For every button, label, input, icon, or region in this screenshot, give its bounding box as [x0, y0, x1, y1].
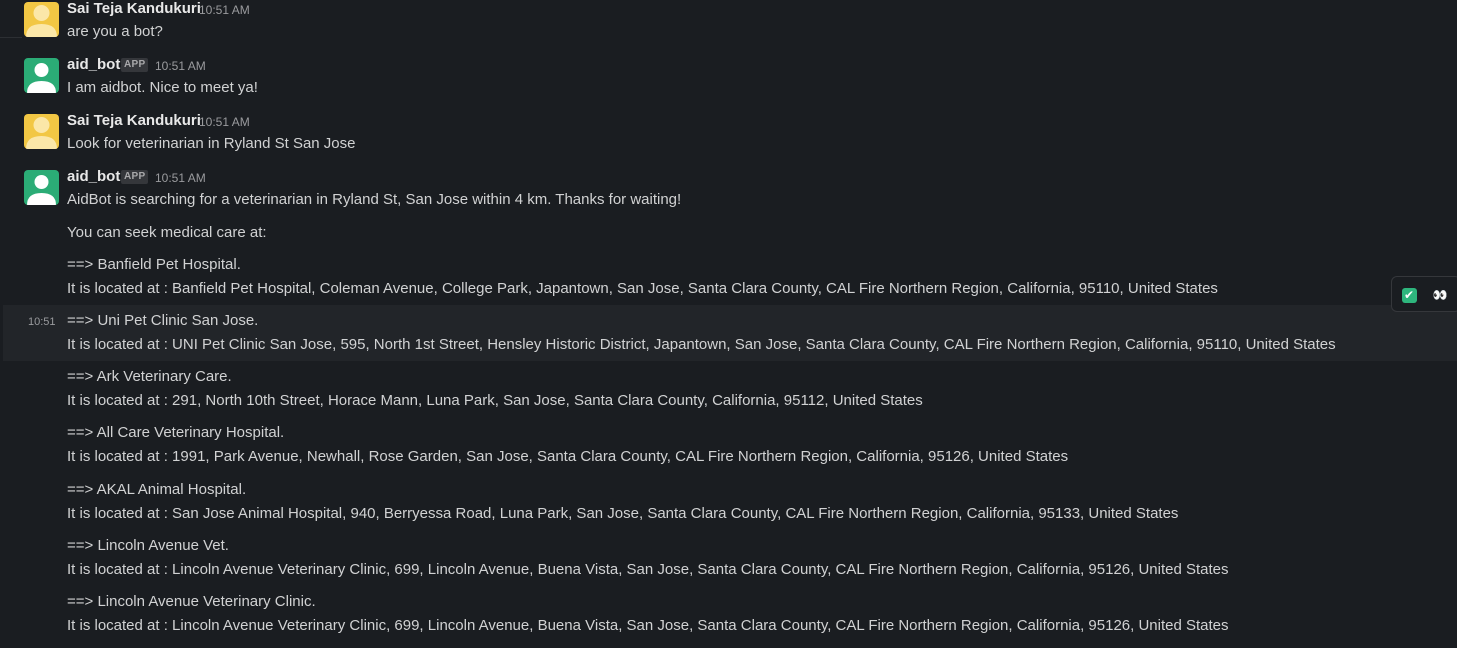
- white-check-mark-icon: ✔: [1401, 287, 1417, 303]
- message-text: I am aidbot. Nice to meet ya!: [67, 79, 258, 96]
- result-name: ==> Ark Veterinary Care.: [67, 368, 232, 385]
- timestamp[interactable]: 10:51 AM: [155, 171, 206, 185]
- chat-pane: Sai Teja Kandukuri 10:51 AM are you a bo…: [0, 0, 1457, 648]
- hover-timestamp[interactable]: 10:51: [28, 316, 56, 328]
- result-location: It is located at : 1991, Park Avenue, Ne…: [67, 448, 1069, 465]
- result-location: It is located at : Lincoln Avenue Veteri…: [67, 561, 1229, 578]
- timestamp[interactable]: 10:51 AM: [199, 3, 250, 17]
- result-name: ==> All Care Veterinary Hospital.: [67, 424, 285, 441]
- author-name[interactable]: Sai Teja Kandukuri: [67, 0, 201, 17]
- message-text: Look for veterinarian in Ryland St San J…: [67, 135, 356, 152]
- result-location: It is located at : Lincoln Avenue Veteri…: [67, 617, 1229, 634]
- user-avatar-icon: [24, 2, 59, 37]
- result-location: It is located at : Banfield Pet Hospital…: [67, 280, 1218, 297]
- message-text: are you a bot?: [67, 23, 163, 40]
- avatar[interactable]: [24, 170, 59, 205]
- white-check-mark-button[interactable]: ✔: [1398, 284, 1420, 304]
- result-name: ==> Uni Pet Clinic San Jose.: [67, 312, 259, 329]
- eyes-button[interactable]: 👀: [1428, 284, 1450, 304]
- result-name: ==> Lincoln Avenue Vet.: [67, 537, 229, 554]
- user-avatar-icon: [24, 114, 59, 149]
- author-name[interactable]: Sai Teja Kandukuri: [67, 112, 201, 129]
- result-location: It is located at : San Jose Animal Hospi…: [67, 505, 1179, 522]
- timestamp[interactable]: 10:51 AM: [155, 59, 206, 73]
- avatar[interactable]: [24, 58, 59, 93]
- app-badge: APP: [121, 58, 149, 72]
- result-location: It is located at : UNI Pet Clinic San Jo…: [67, 336, 1336, 353]
- avatar[interactable]: [24, 2, 59, 37]
- result-name: ==> Banfield Pet Hospital.: [67, 256, 241, 273]
- result-location: It is located at : 291, North 10th Stree…: [67, 392, 923, 409]
- author-name[interactable]: aid_bot: [67, 56, 120, 73]
- avatar[interactable]: [24, 114, 59, 149]
- timestamp[interactable]: 10:51 AM: [199, 115, 250, 129]
- bot-avatar-icon: [24, 58, 59, 93]
- result-name: ==> Lincoln Avenue Veterinary Clinic.: [67, 593, 316, 610]
- intro-text: You can seek medical care at:: [67, 224, 267, 241]
- author-name[interactable]: aid_bot: [67, 168, 120, 185]
- result-name: ==> AKAL Animal Hospital.: [67, 481, 247, 498]
- divider: [0, 37, 22, 38]
- message-text: AidBot is searching for a veterinarian i…: [67, 191, 682, 208]
- message-actions-bar: ✔ 👀: [1391, 276, 1457, 312]
- eyes-icon: 👀: [1432, 288, 1448, 302]
- bot-avatar-icon: [24, 170, 59, 205]
- app-badge: APP: [121, 170, 149, 184]
